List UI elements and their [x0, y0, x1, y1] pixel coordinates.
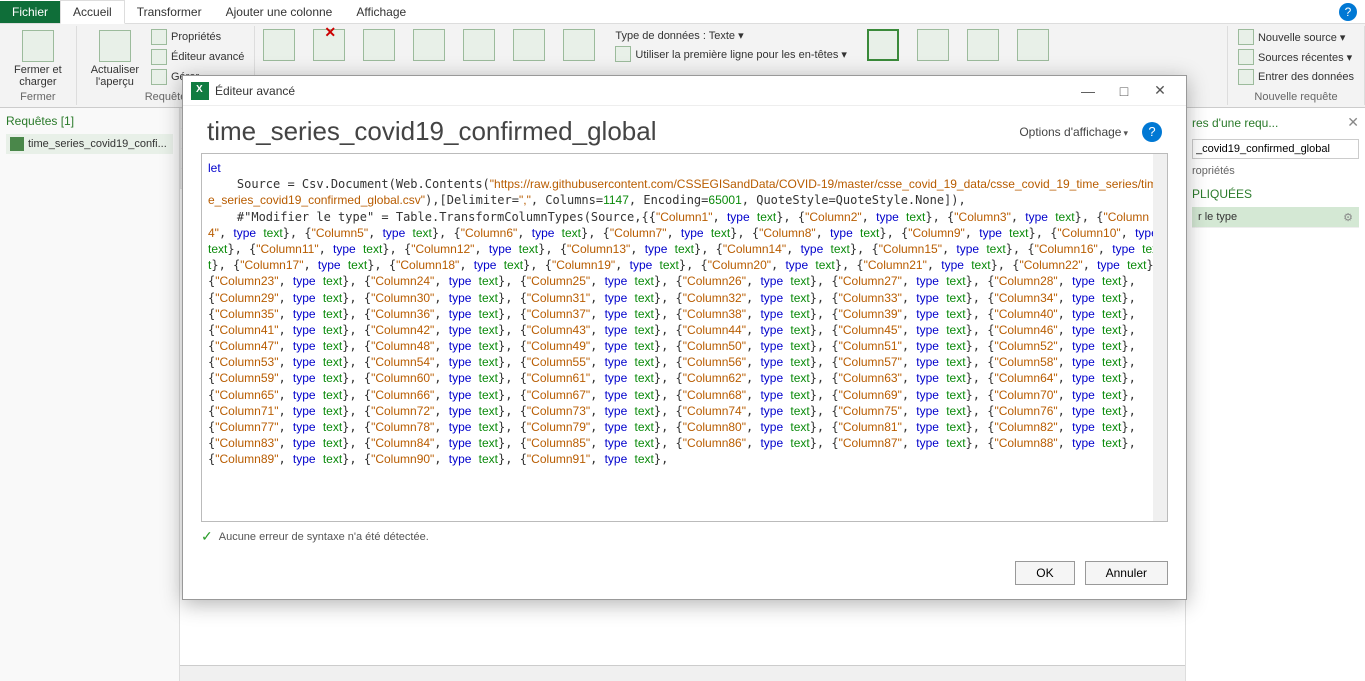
- maximize-button[interactable]: □: [1106, 83, 1142, 99]
- generic-icon-6[interactable]: [513, 29, 545, 61]
- editor-icon: [151, 49, 167, 65]
- query-item[interactable]: time_series_covid19_confi...: [6, 134, 173, 154]
- horizontal-scrollbar[interactable]: [180, 665, 1185, 681]
- generic-icon-9[interactable]: [917, 29, 949, 61]
- group-close-label: Fermer: [8, 91, 68, 103]
- generic-icon-8[interactable]: [867, 29, 899, 61]
- recent-sources-icon: [1238, 49, 1254, 65]
- code-editor[interactable]: let Source = Csv.Document(Web.Contents("…: [201, 153, 1168, 522]
- tab-view[interactable]: Affichage: [344, 1, 418, 23]
- table-icon: [10, 137, 24, 151]
- tab-home[interactable]: Accueil: [60, 0, 125, 24]
- generic-icon-4[interactable]: [413, 29, 445, 61]
- close-load-button[interactable]: Fermer et charger: [8, 28, 68, 90]
- syntax-status: Aucune erreur de syntaxe n'a été détecté…: [219, 531, 429, 543]
- advanced-editor-button[interactable]: Éditeur avancé: [149, 48, 246, 66]
- dialog-title: Éditeur avancé: [215, 84, 1070, 98]
- generic-icon-2[interactable]: ✕: [313, 29, 345, 61]
- gear-icon[interactable]: ⚙: [1343, 211, 1353, 224]
- minimize-button[interactable]: —: [1070, 83, 1106, 99]
- tab-file[interactable]: Fichier: [0, 1, 60, 23]
- help-icon[interactable]: ?: [1339, 3, 1357, 21]
- check-icon: ✓: [201, 528, 213, 545]
- new-source-button[interactable]: Nouvelle source ▾: [1236, 28, 1356, 46]
- first-row-headers-button[interactable]: Utiliser la première ligne pour les en-t…: [613, 45, 849, 63]
- refresh-icon: [99, 30, 131, 62]
- generic-icon-11[interactable]: [1017, 29, 1049, 61]
- recent-sources-button[interactable]: Sources récentes ▾: [1236, 48, 1356, 66]
- close-panel-icon[interactable]: ✕: [1347, 114, 1359, 131]
- generic-icon-7[interactable]: [563, 29, 595, 61]
- enter-data-icon: [1238, 69, 1254, 85]
- tab-add-column[interactable]: Ajouter une colonne: [214, 1, 345, 23]
- generic-icon-10[interactable]: [967, 29, 999, 61]
- table-icon: [615, 46, 631, 62]
- tab-transform[interactable]: Transformer: [125, 1, 214, 23]
- step-item[interactable]: r le type ⚙: [1192, 207, 1359, 228]
- new-source-icon: [1238, 29, 1254, 45]
- editor-scrollbar[interactable]: [1153, 154, 1167, 521]
- cancel-button[interactable]: Annuler: [1085, 561, 1168, 585]
- properties-button[interactable]: Propriétés: [149, 28, 246, 46]
- generic-icon-5[interactable]: [463, 29, 495, 61]
- dialog-help-icon[interactable]: ?: [1142, 122, 1162, 142]
- advanced-editor-dialog: Éditeur avancé — □ ✕ time_series_covid19…: [182, 75, 1187, 600]
- generic-icon-1[interactable]: [263, 29, 295, 61]
- query-name-input[interactable]: [1192, 139, 1359, 159]
- group-new-query-label: Nouvelle requête: [1236, 91, 1356, 103]
- queries-panel-title: Requêtes [1]: [6, 114, 173, 128]
- display-options-dropdown[interactable]: Options d'affichage: [1019, 125, 1128, 139]
- manage-icon: [151, 69, 167, 85]
- enter-data-button[interactable]: Entrer des données: [1236, 68, 1356, 86]
- query-item-label: time_series_covid19_confi...: [28, 138, 167, 150]
- generic-icon-3[interactable]: [363, 29, 395, 61]
- applied-steps-title: PLIQUÉES: [1192, 187, 1359, 201]
- close-load-icon: [22, 30, 54, 62]
- datatype-dropdown[interactable]: Type de données : Texte ▾: [613, 28, 849, 43]
- excel-icon: [191, 82, 209, 100]
- close-button[interactable]: ✕: [1142, 82, 1178, 99]
- query-settings-title: res d'une requ...: [1192, 116, 1278, 130]
- dialog-heading: time_series_covid19_confirmed_global: [207, 116, 656, 147]
- refresh-preview-button[interactable]: Actualiser l'aperçu: [85, 28, 145, 90]
- all-properties-link[interactable]: ropriétés: [1192, 165, 1359, 177]
- properties-icon: [151, 29, 167, 45]
- ok-button[interactable]: OK: [1015, 561, 1074, 585]
